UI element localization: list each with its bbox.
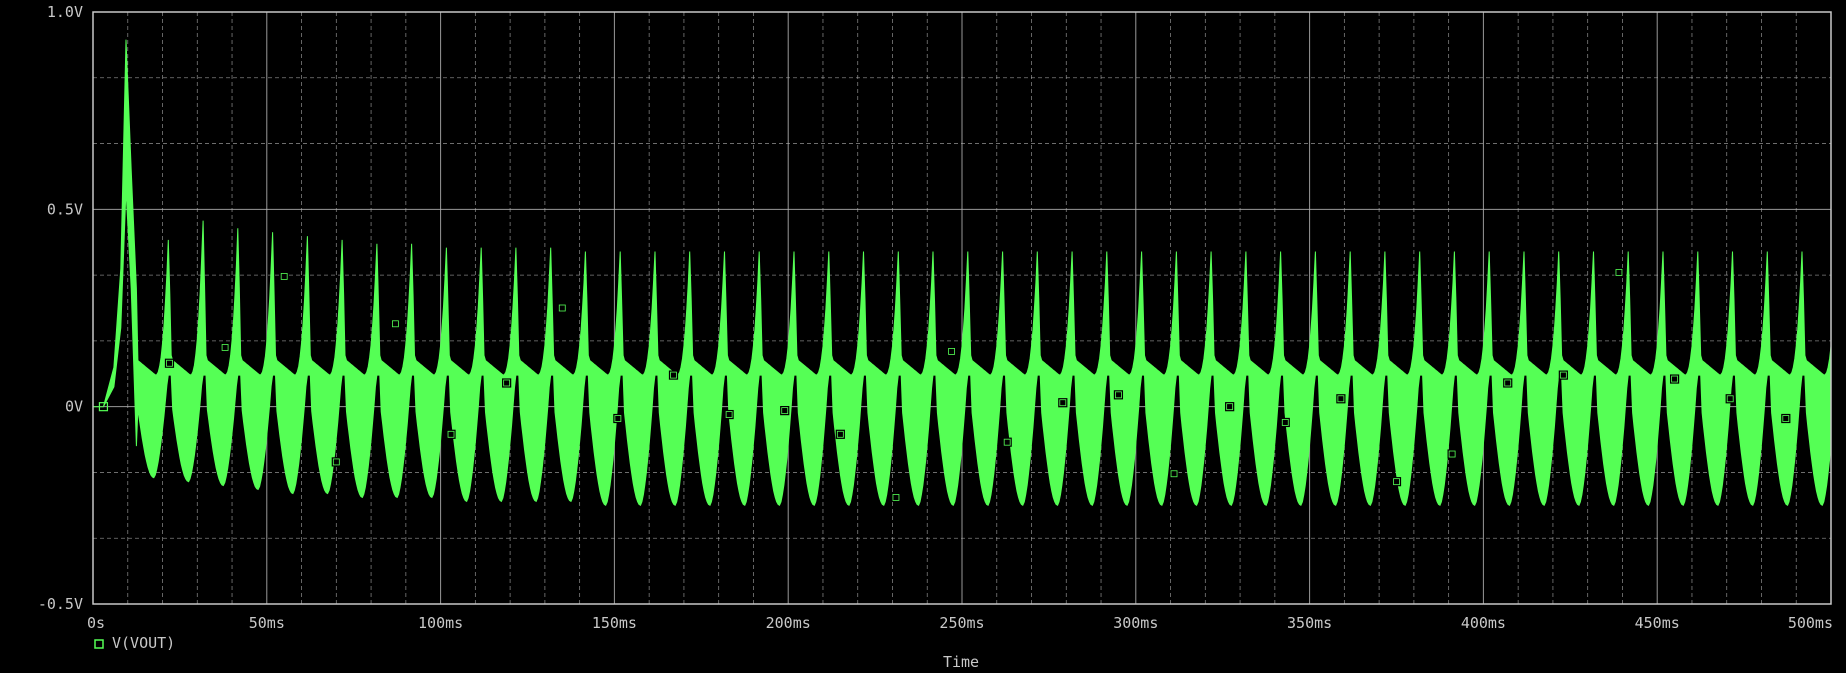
trace-marker-square-inner [1671,375,1678,383]
legend-label: V(VOUT) [112,634,175,652]
trace-marker-square-inner [1059,399,1067,407]
trace-marker-square-inner [392,320,399,328]
trace-marker-square-inner [948,348,955,355]
trace-marker-square-inner [725,411,733,418]
trace-marker-square-inner [1281,419,1289,426]
trace-marker-square-inner [781,407,789,415]
trace-marker-square-inner [447,430,455,438]
x-tick-label: 100ms [418,614,463,632]
trace-marker-square-inner [1337,395,1345,403]
trace-marker-square-inner [892,494,900,501]
trace-marker-square-inner [1170,470,1178,478]
y-tick-label: 0.5V [47,200,83,218]
trace-marker-square-inner [1726,395,1734,403]
x-tick-label: 0s [87,614,105,632]
x-tick-label: 300ms [1113,614,1158,632]
trace-marker-square-inner [836,430,844,438]
x-tick-label: 50ms [249,614,285,632]
trace-marker-square-inner [1115,391,1122,399]
trace-marker-square-inner [614,415,622,422]
trace-marker-square-inner [1393,478,1400,486]
x-tick-label: 150ms [592,614,637,632]
trace-marker-square-inner [1226,403,1234,411]
trace-marker-square-inner [503,379,511,387]
trace-marker-square-inner [558,304,566,312]
trace-marker-square-inner [1615,269,1623,276]
trace-marker-square-inner [1559,371,1567,379]
x-tick-label: 250ms [939,614,984,632]
trace-marker-square-inner [1003,438,1011,446]
x-tick-label: 500ms [1788,614,1833,632]
y-tick-label: 1.0V [47,3,83,21]
trace-marker-square-inner [332,458,340,466]
trace-marker-square-inner [1504,379,1512,387]
x-tick-label: 200ms [766,614,811,632]
y-tick-label: 0V [65,398,83,416]
trace-marker-square-inner [221,344,229,351]
trace-marker-square-inner [280,273,288,280]
x-tick-label: 350ms [1287,614,1332,632]
plot-background [0,0,1846,673]
transient-plot[interactable]: -0.5V 0V 0.5V 1.0V 0s 50ms 100ms 150ms 200ms 250… [0,0,1846,673]
trace-marker-square-inner [1782,415,1790,422]
y-tick-label: -0.5V [38,595,83,613]
x-tick-label: 400ms [1461,614,1506,632]
x-tick-label: 450ms [1635,614,1680,632]
trace-marker-square-inner [1448,450,1456,458]
trace-marker-square-inner [166,359,173,367]
x-axis-title: Time [943,653,979,671]
trace-marker-square-inner [670,371,677,379]
